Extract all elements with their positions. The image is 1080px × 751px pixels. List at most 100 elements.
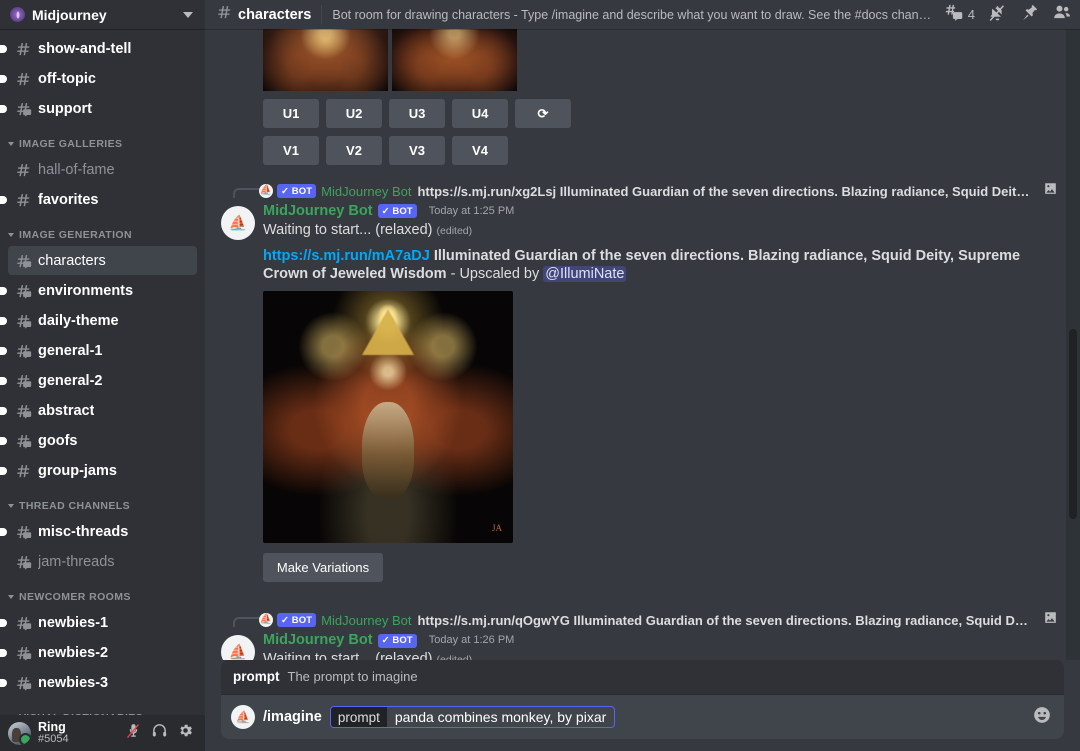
sidebar-item-off-topic[interactable]: off-topic xyxy=(8,64,197,93)
sidebar-item-jam-threads[interactable]: jam-threads xyxy=(8,547,197,576)
message-input-bar[interactable]: ⛵ /imagine prompt panda combines monkey,… xyxy=(221,695,1064,739)
generated-image-thumb[interactable] xyxy=(392,29,517,91)
server-header[interactable]: Midjourney xyxy=(0,0,205,29)
user-mention[interactable]: @IllumiNate xyxy=(543,266,626,282)
unread-indicator xyxy=(0,196,7,204)
sidebar-item-label: jam-threads xyxy=(38,554,115,570)
reply-preview: https://s.mj.run/qOgwYG Illuminated Guar… xyxy=(417,613,1035,628)
message-timestamp: Today at 1:25 PM xyxy=(429,206,515,217)
members-icon[interactable] xyxy=(1052,2,1072,27)
sidebar-item-group-jams[interactable]: group-jams xyxy=(8,456,197,485)
pin-icon[interactable] xyxy=(1020,3,1039,27)
upscale-u2-button[interactable]: U2 xyxy=(326,99,382,128)
sidebar-item-label: off-topic xyxy=(38,71,96,87)
chevron-down-icon xyxy=(8,595,14,599)
sidebar-item-characters[interactable]: characters xyxy=(8,246,197,275)
sidebar-item-label: goofs xyxy=(38,433,77,449)
avatar[interactable]: ⛵ xyxy=(221,206,255,240)
category-header[interactable]: THREAD CHANNELS xyxy=(0,486,205,516)
hash-thread-icon xyxy=(14,523,32,541)
category-header[interactable]: IMAGE GALLERIES xyxy=(0,124,205,154)
user-controls xyxy=(125,722,197,744)
sidebar-item-abstract[interactable]: abstract xyxy=(8,396,197,425)
sidebar-item-newbies-2[interactable]: newbies-2 xyxy=(8,638,197,667)
sailboat-icon: ⛵ xyxy=(229,645,248,660)
gear-icon[interactable] xyxy=(177,722,194,744)
bell-muted-icon[interactable] xyxy=(988,3,1007,27)
reply-author: MidJourney Bot xyxy=(321,613,411,628)
sidebar-item-goofs[interactable]: goofs xyxy=(8,426,197,455)
category-header[interactable]: VISUAL DICTIONARIES xyxy=(0,698,205,715)
reply-url: https://s.mj.run/xg2Lsj xyxy=(417,184,556,199)
emoji-icon[interactable] xyxy=(1032,705,1052,730)
unread-indicator xyxy=(0,347,7,355)
previous-image-grid[interactable] xyxy=(205,29,1080,91)
category-header[interactable]: NEWCOMER ROOMS xyxy=(0,577,205,607)
sidebar-item-label: general-1 xyxy=(38,343,102,359)
sidebar-item-environments[interactable]: environments xyxy=(8,276,197,305)
hash-icon xyxy=(14,191,32,209)
mic-muted-icon[interactable] xyxy=(125,722,142,744)
unread-indicator xyxy=(0,649,7,657)
sidebar-item-general-2[interactable]: general-2 xyxy=(8,366,197,395)
sidebar-item-label: misc-threads xyxy=(38,524,128,540)
sidebar-item-newbies-1[interactable]: newbies-1 xyxy=(8,608,197,637)
variation-v3-button[interactable]: V3 xyxy=(389,136,445,165)
upscale-u3-button[interactable]: U3 xyxy=(389,99,445,128)
user-info: Ring #5054 xyxy=(38,721,125,746)
hash-thread-icon xyxy=(14,252,32,270)
channel-list[interactable]: show-and-tell off-topic support IMAGE GALLE… xyxy=(0,29,205,715)
threads-icon[interactable] xyxy=(943,2,963,27)
chevron-down-icon[interactable] xyxy=(183,12,193,18)
prompt-argument[interactable]: prompt panda combines monkey, by pixar xyxy=(330,706,615,728)
reply-context[interactable]: ⛵ ✓ BOT MidJourney Bot https://s.mj.run/… xyxy=(205,608,1080,631)
reply-text: Illuminated Guardian of the seven direct… xyxy=(560,184,1035,199)
message-author[interactable]: MidJourney Bot xyxy=(263,204,373,219)
result-url[interactable]: https://s.mj.run/mA7aDJ xyxy=(263,248,430,264)
make-variations-button[interactable]: Make Variations xyxy=(263,553,383,582)
unread-indicator xyxy=(0,75,7,83)
variation-v4-button[interactable]: V4 xyxy=(452,136,508,165)
sidebar-item-support[interactable]: support xyxy=(8,94,197,123)
generated-image[interactable]: JA xyxy=(263,291,513,543)
divider xyxy=(321,5,322,24)
scrollbar-thumb[interactable] xyxy=(1069,329,1077,519)
variation-v2-button[interactable]: V2 xyxy=(326,136,382,165)
message-author[interactable]: MidJourney Bot xyxy=(263,633,373,648)
upscale-u4-button[interactable]: U4 xyxy=(452,99,508,128)
variation-v1-button[interactable]: V1 xyxy=(263,136,319,165)
prompt-input[interactable]: panda combines monkey, by pixar xyxy=(387,707,614,727)
unread-indicator xyxy=(0,317,7,325)
avatar[interactable] xyxy=(8,722,31,745)
hash-thread-icon xyxy=(14,432,32,450)
status-badge: ✓ BOT xyxy=(277,613,316,627)
sidebar-item-daily-theme[interactable]: daily-theme xyxy=(8,306,197,335)
sidebar-item-show-and-tell[interactable]: show-and-tell xyxy=(8,34,197,63)
status-badge: ✓ BOT xyxy=(277,184,316,198)
category-label: VISUAL DICTIONARIES xyxy=(19,712,143,715)
sidebar-item-label: daily-theme xyxy=(38,313,119,329)
category-header[interactable]: IMAGE GENERATION xyxy=(0,215,205,245)
reply-context[interactable]: ⛵ ✓ BOT MidJourney Bot https://s.mj.run/… xyxy=(205,179,1080,202)
message-list[interactable]: U1 U2 U3 U4 ⟳ V1 V2 V3 V4 ⛵ ✓ BOT MidJou… xyxy=(205,29,1080,660)
edited-marker: (edited) xyxy=(437,225,473,237)
hash-icon xyxy=(14,40,32,58)
upscaled-by-label: - Upscaled by xyxy=(451,266,540,282)
category-label: IMAGE GALLERIES xyxy=(19,138,122,150)
generated-image-thumb[interactable] xyxy=(263,29,388,91)
sidebar-item-favorites[interactable]: favorites xyxy=(8,185,197,214)
message-scrollbar[interactable] xyxy=(1066,29,1080,660)
sidebar-item-general-1[interactable]: general-1 xyxy=(8,336,197,365)
sidebar-item-misc-threads[interactable]: misc-threads xyxy=(8,517,197,546)
variation-button-row: V1 V2 V3 V4 xyxy=(205,128,1080,165)
message-header: MidJourney Bot ✓ BOT Today at 1:26 PM xyxy=(263,633,1064,648)
reroll-button[interactable]: ⟳ xyxy=(515,99,571,128)
avatar[interactable]: ⛵ xyxy=(221,635,255,660)
headphones-icon[interactable] xyxy=(151,722,168,744)
sidebar-item-hall-of-fame[interactable]: hall-of-fame xyxy=(8,155,197,184)
hash-icon xyxy=(14,161,32,179)
message-body: MidJourney Bot ✓ BOT Today at 1:26 PM Wa… xyxy=(263,633,1064,660)
upscale-u1-button[interactable]: U1 xyxy=(263,99,319,128)
sidebar-item-newbies-3[interactable]: newbies-3 xyxy=(8,668,197,697)
unread-indicator xyxy=(0,619,7,627)
